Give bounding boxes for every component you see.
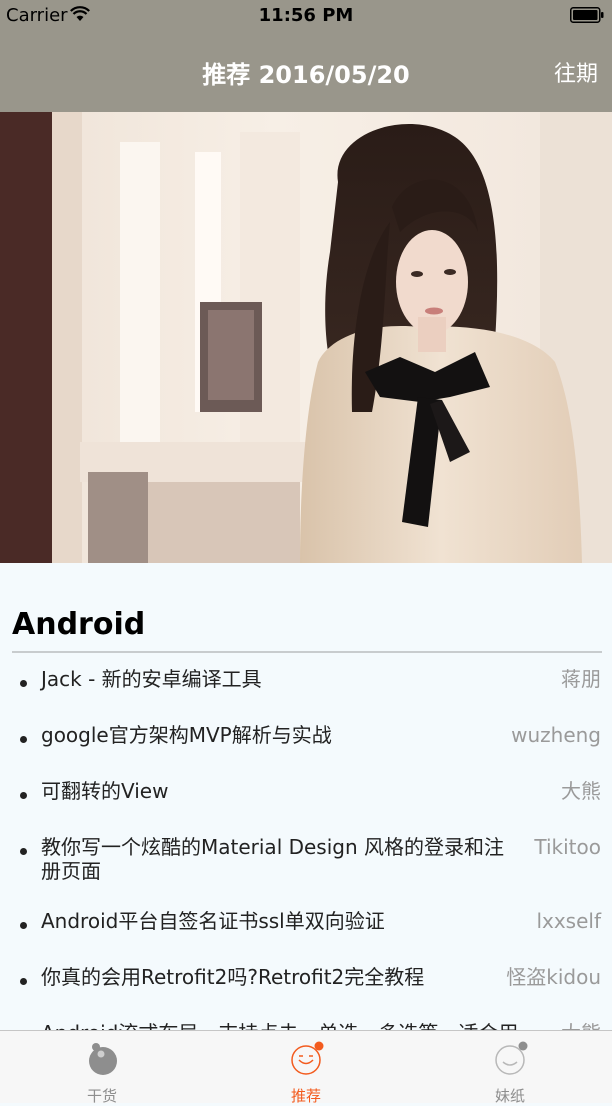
section-title: Android <box>12 607 146 642</box>
tab-label: 推荐 <box>290 1087 321 1105</box>
article-title[interactable]: Android流式布局，支持点击、单选、多选等，适合用 <box>41 1021 521 1030</box>
article-title[interactable]: Jack - 新的安卓编译工具 <box>41 667 521 691</box>
article-author: 怪盗kidou <box>506 965 601 989</box>
article-title[interactable]: 教你写一个炫酷的Material Design 风格的登录和注册页面 <box>41 835 521 883</box>
bullet <box>20 680 27 687</box>
article-author: 大熊 <box>561 1021 601 1030</box>
article-title[interactable]: Android平台自签名证书ssl单双向验证 <box>41 909 521 933</box>
article-author: Tikitoo <box>534 835 601 859</box>
article-item[interactable]: 你真的会用Retrofit2吗?Retrofit2完全教程 怪盗kidou <box>0 951 612 1007</box>
battery-icon <box>570 7 604 23</box>
tab-label: 妹纸 <box>494 1087 525 1105</box>
dry-goods-icon <box>89 1043 117 1075</box>
photo-illustration <box>0 112 612 563</box>
article-list: Jack - 新的安卓编译工具 蒋朋 google官方架构MVP解析与实战 wu… <box>0 653 612 1030</box>
tab-girl[interactable]: 妹纸 <box>408 1031 612 1105</box>
article-item[interactable]: google官方架构MVP解析与实战 wuzheng <box>0 709 612 765</box>
girl-icon <box>495 1041 528 1075</box>
article-title[interactable]: 可翻转的View <box>41 779 521 803</box>
tab-label: 干货 <box>86 1087 117 1105</box>
article-item[interactable]: Jack - 新的安卓编译工具 蒋朋 <box>0 653 612 709</box>
article-title[interactable]: google官方架构MVP解析与实战 <box>41 723 521 747</box>
status-time: 11:56 PM <box>258 5 354 26</box>
article-item[interactable]: Android流式布局，支持点击、单选、多选等，适合用 大熊 <box>0 1007 612 1030</box>
bullet <box>20 922 27 929</box>
article-author: 大熊 <box>561 779 601 803</box>
archive-button[interactable]: 往期 <box>554 56 598 88</box>
article-author: lxxself <box>536 909 601 933</box>
article-title[interactable]: 你真的会用Retrofit2吗?Retrofit2完全教程 <box>41 965 521 989</box>
page-title: 推荐 2016/05/20 <box>202 61 410 89</box>
article-author: wuzheng <box>511 723 601 747</box>
article-author: 蒋朋 <box>561 667 601 691</box>
status-bar: Carrier 11:56 PM <box>0 0 612 32</box>
daily-photo[interactable] <box>0 112 612 563</box>
article-item[interactable]: Android平台自签名证书ssl单双向验证 lxxself <box>0 895 612 951</box>
tab-recommend[interactable]: 推荐 <box>204 1031 408 1105</box>
recommend-icon <box>291 1041 324 1075</box>
content-scroll-area[interactable]: Android Jack - 新的安卓编译工具 蒋朋 google官方架构MVP… <box>0 563 612 1030</box>
navigation-bar: Carrier 11:56 PM 推荐 2016/05/20 往期 <box>0 0 612 112</box>
article-item[interactable]: 可翻转的View 大熊 <box>0 765 612 821</box>
bullet <box>20 978 27 985</box>
bullet <box>20 736 27 743</box>
bullet <box>20 792 27 799</box>
article-item[interactable]: 教你写一个炫酷的Material Design 风格的登录和注册页面 Tikit… <box>0 821 612 895</box>
tab-bar: 干货 推荐 妹纸 <box>0 1030 612 1105</box>
tab-dry-goods[interactable]: 干货 <box>0 1031 204 1105</box>
bullet <box>20 848 27 855</box>
